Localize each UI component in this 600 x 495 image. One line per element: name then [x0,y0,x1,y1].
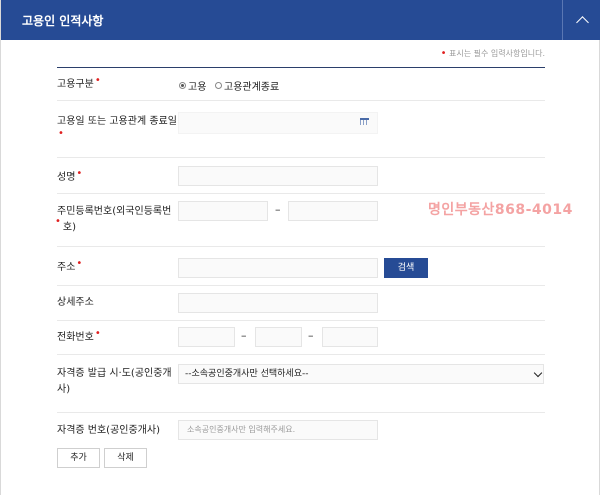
employment-type-label: 고용구분• [57,75,101,93]
chevron-down-icon [533,368,543,378]
collapse-button[interactable] [562,0,600,40]
dash: – [241,329,247,342]
row-divider [57,285,545,286]
date-label-text: 고용일 또는 고용관계 종료일 [57,116,177,127]
add-button[interactable]: 추가 [57,448,100,468]
radio-termination[interactable]: 고용관계종료 [215,78,279,93]
address-label-text: 주소 [57,262,76,273]
required-note: • 표시는 필수 입력사항입니다. [441,48,545,59]
address-search-button[interactable]: 검색 [384,258,428,278]
license-region-select[interactable]: --소속공인중개사만 선택하세요-- [178,364,544,384]
required-dot: • [94,328,101,339]
row-divider [57,320,545,321]
license-number-label-text: 자격증 번호(공인중개사) [57,425,160,436]
required-dot: • [94,75,101,86]
name-label: 성명• [57,168,83,186]
date-label: 고용일 또는 고용관계 종료일 • [57,114,177,146]
name-label-text: 성명 [57,172,76,183]
radio-checked-icon [179,82,186,89]
license-number-placeholder: 소속공인중개사만 입력해주세요. [187,425,296,434]
resident-number-label: 주민등록번호(외국인등록번 •호) [55,204,172,236]
employee-info-panel: 고용인 인적사항 • 표시는 필수 입력사항입니다. 고용구분• 고용 고용관계… [0,0,600,495]
watermark-text: 명인부동산868-4014 [428,202,573,218]
license-region-label-text: 자격증 발급 시·도(공인중개 [57,368,172,379]
panel-header: 고용인 인적사항 [1,0,600,40]
required-dot: • [76,258,83,269]
row-divider [57,412,545,413]
license-region-label: 자격증 발급 시·도(공인중개 사) [57,366,172,398]
resident-number-label-text: 주민등록번호(외국인등록번 [57,206,172,217]
license-number-label: 자격증 번호(공인중개사) [57,423,160,439]
required-dot: • [58,128,64,139]
phone-part1-input[interactable] [178,327,235,347]
required-note-text: 표시는 필수 입력사항입니다. [449,49,545,58]
row-divider [57,246,545,247]
required-dot: • [440,48,447,59]
dash: – [275,203,281,216]
license-region-selected: --소속공인중개사만 선택하세요-- [185,369,309,379]
resident-number-front-input[interactable] [178,201,268,221]
radio-termination-label: 고용관계종료 [224,82,280,93]
delete-button[interactable]: 삭제 [104,448,147,468]
row-divider [57,157,545,158]
address-detail-input[interactable] [178,293,378,313]
date-input[interactable] [178,112,378,134]
phone-part2-input[interactable] [255,327,302,347]
form-top-divider [57,67,545,68]
phone-label-text: 전화번호 [57,332,94,343]
name-input[interactable] [178,166,378,186]
employment-type-label-text: 고용구분 [57,79,94,90]
address-detail-label-text: 상세주소 [57,297,94,308]
phone-part3-input[interactable] [322,327,378,347]
phone-label: 전화번호• [57,328,101,346]
radio-unchecked-icon [215,82,222,89]
license-number-input[interactable]: 소속공인중개사만 입력해주세요. [178,420,378,440]
address-input[interactable] [178,258,378,278]
resident-number-back-input[interactable] [288,201,378,221]
radio-employment[interactable]: 고용 [179,78,206,93]
radio-employment-label: 고용 [188,82,207,93]
address-detail-label: 상세주소 [57,295,94,311]
row-divider [57,100,545,101]
required-dot: • [76,168,83,179]
dash: – [308,329,314,342]
resident-number-label-text-2: 호) [62,222,77,233]
required-dot: • [55,216,61,227]
row-divider [57,354,545,355]
address-label: 주소• [57,258,83,276]
chevron-up-icon [575,15,589,29]
row-divider [57,193,545,194]
license-region-label-text-2: 사) [57,384,71,395]
calendar-icon[interactable] [360,118,369,125]
panel-title: 고용인 인적사항 [22,14,104,28]
